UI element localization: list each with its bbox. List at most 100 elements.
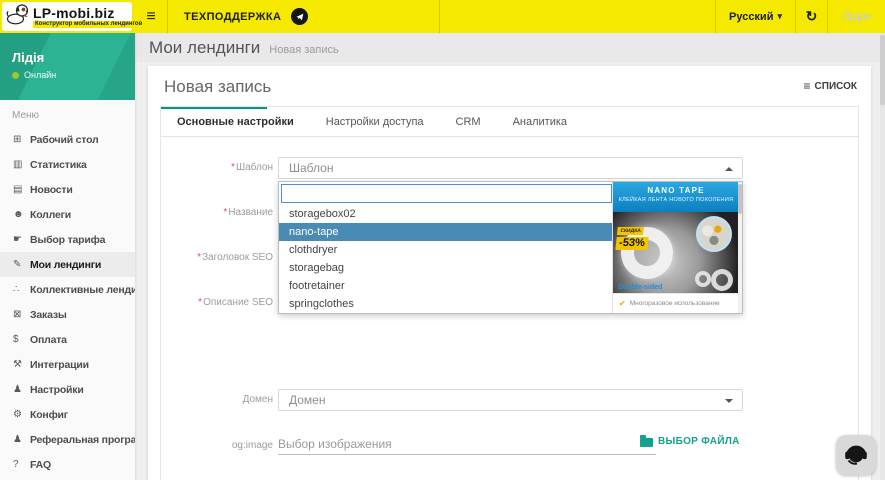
support-chat-button[interactable] [836,435,876,475]
breadcrumb: Мои лендинги Новая запись [135,33,885,62]
sidebar-item-news[interactable]: ▤Новости [0,177,135,202]
template-select[interactable]: Шаблон [278,157,743,179]
form-card: Основные настройки Настройки доступа CRM… [160,106,859,480]
question-icon: ? [13,459,30,470]
template-option[interactable]: storagebag [279,259,613,277]
users-icon: ☻ [13,209,30,220]
required-asterisk: * [198,297,202,308]
sidebar: Лідія Онлайн Меню ⊞Рабочий стол ▥Статист… [0,33,135,480]
top-bar: LP-mobi.biz Конструктор мобильных лендин… [0,0,885,33]
tab-access-settings[interactable]: Настройки доступа [310,116,440,128]
domain-select[interactable]: Домен [278,389,743,411]
sidebar-item-integrations[interactable]: ⚒Интеграции [0,352,135,377]
tab-analytics[interactable]: Аналитика [497,116,583,128]
language-label: Русский [729,11,773,23]
breadcrumb-section: Мои лендинги [149,38,260,58]
telegram-icon [291,8,308,25]
sidebar-item-faq[interactable]: ?FAQ [0,452,135,477]
template-field-label: *Шаблон [161,162,273,173]
folder-icon [640,438,653,447]
sidebar-user-panel: Лідія Онлайн [0,33,135,100]
nano-tape-banner: NANO TAPE КЛЕЙКАЯ ЛЕНТА НОВОГО ПОКОЛЕНИЯ… [613,182,739,313]
sidebar-item-my-landings[interactable]: ✎Мои лендинги [0,252,135,277]
banner-feature-text: Многоразовое использование [630,300,720,307]
hamburger-menu-icon[interactable]: ≡ [135,0,168,33]
banner-title: NANO TAPE [613,186,739,195]
language-selector[interactable]: Русский ▾ [715,0,795,33]
list-button[interactable]: ≡ СПИСОК [804,79,857,93]
sidebar-item-settings[interactable]: ♟Настройки [0,377,135,402]
headset-icon [841,438,871,473]
tab-crm[interactable]: CRM [440,116,497,128]
header-username[interactable]: Лідія [827,0,885,33]
sidebar-item-referral[interactable]: ♟Реферальная программа [0,427,135,452]
box-icon: ⊠ [13,309,30,320]
content-card: Новая запись ≡ СПИСОК Основные настройки… [148,66,871,480]
brand-name: LP-mobi.biz [33,6,144,21]
share-icon: ∴ [13,284,30,295]
template-search-input[interactable] [281,184,612,203]
sidebar-item-statistics[interactable]: ▥Статистика [0,152,135,177]
choose-file-button[interactable]: ВЫБОР ФАЙЛА [640,436,740,447]
dollar-icon: $ [13,334,30,345]
seo-description-field-label: *Описание SEO [161,297,273,308]
user-plus-icon: ♟ [13,434,30,445]
menu-section-label: Меню [0,100,135,127]
support-button[interactable]: ТЕХПОДДЕРЖКА [168,0,440,33]
support-label: ТЕХПОДДЕРЖКА [184,11,281,23]
small-tape-image [711,269,733,291]
page-title: Новая запись [164,77,271,97]
template-preview: NANO TAPE КЛЕЙКАЯ ЛЕНТА НОВОГО ПОКОЛЕНИЯ… [612,182,742,313]
required-asterisk: * [197,252,201,263]
template-option[interactable]: clothdryer [279,241,613,259]
seo-title-field-label: *Заголовок SEO [161,252,273,263]
template-option[interactable]: springclothes [279,295,613,313]
banner-caption: Double-sided [618,284,662,291]
online-status-label: Онлайн [24,70,56,80]
active-tab-indicator [161,107,267,109]
tools-icon: ⚒ [13,359,30,370]
sidebar-user-name: Лідія [12,50,135,65]
sidebar-item-tariff[interactable]: ☛Выбор тарифа [0,227,135,252]
page-scrollbar[interactable] [880,33,885,480]
template-select-placeholder: Шаблон [289,161,333,175]
sidebar-item-payment[interactable]: $Оплата [0,327,135,352]
domain-field-label: Домен [161,394,273,405]
ogimage-input[interactable] [278,433,656,455]
pencil-icon: ✎ [13,259,30,270]
template-options-list: storagebox02 nano-tape clothdryer storag… [279,205,613,313]
news-icon: ▤ [13,184,30,195]
brand-tagline: Конструктор мобильных лендингов [33,21,144,28]
chevron-down-icon: ▾ [777,11,782,22]
template-option[interactable]: storagebox02 [279,205,613,223]
check-icon: ✔ [619,299,626,308]
required-asterisk: * [231,162,235,173]
main-area: Мои лендинги Новая запись Новая запись ≡… [135,33,885,480]
user-icon: ♟ [13,384,30,395]
tab-bar: Основные настройки Настройки доступа CRM… [161,107,858,137]
discount-badge: СКИДКА -53% [615,219,650,250]
small-tape-image [695,271,711,287]
hand-pointer-icon: ☛ [13,234,30,245]
sidebar-item-dashboard[interactable]: ⊞Рабочий стол [0,127,135,152]
sidebar-item-colleagues[interactable]: ☻Коллеги [0,202,135,227]
sidebar-item-orders[interactable]: ⊠Заказы [0,302,135,327]
domain-select-placeholder: Домен [289,393,326,407]
ogimage-field-label: og:image [161,440,273,451]
template-option-selected[interactable]: nano-tape [279,223,613,241]
refresh-icon: ↻ [806,8,818,25]
chevron-down-icon [725,399,733,403]
sidebar-item-collective-landings[interactable]: ∴Коллективные лендинги [0,277,135,302]
dog-logo-icon [5,2,31,31]
tab-main-settings[interactable]: Основные настройки [161,116,310,128]
refresh-button[interactable]: ↻ [795,0,827,33]
inset-photo [696,216,732,252]
online-status-dot [12,72,19,79]
landing-form: *Шаблон *Название *Заголовок SEO *Описан… [161,137,858,480]
logo[interactable]: LP-mobi.biz Конструктор мобильных лендин… [2,2,132,31]
preview-scrollbar[interactable] [738,182,742,313]
template-option[interactable]: footretainer [279,277,613,295]
sidebar-item-config[interactable]: ⚙Конфиг [0,402,135,427]
required-asterisk: * [223,207,227,218]
bar-chart-icon: ▥ [13,159,30,170]
